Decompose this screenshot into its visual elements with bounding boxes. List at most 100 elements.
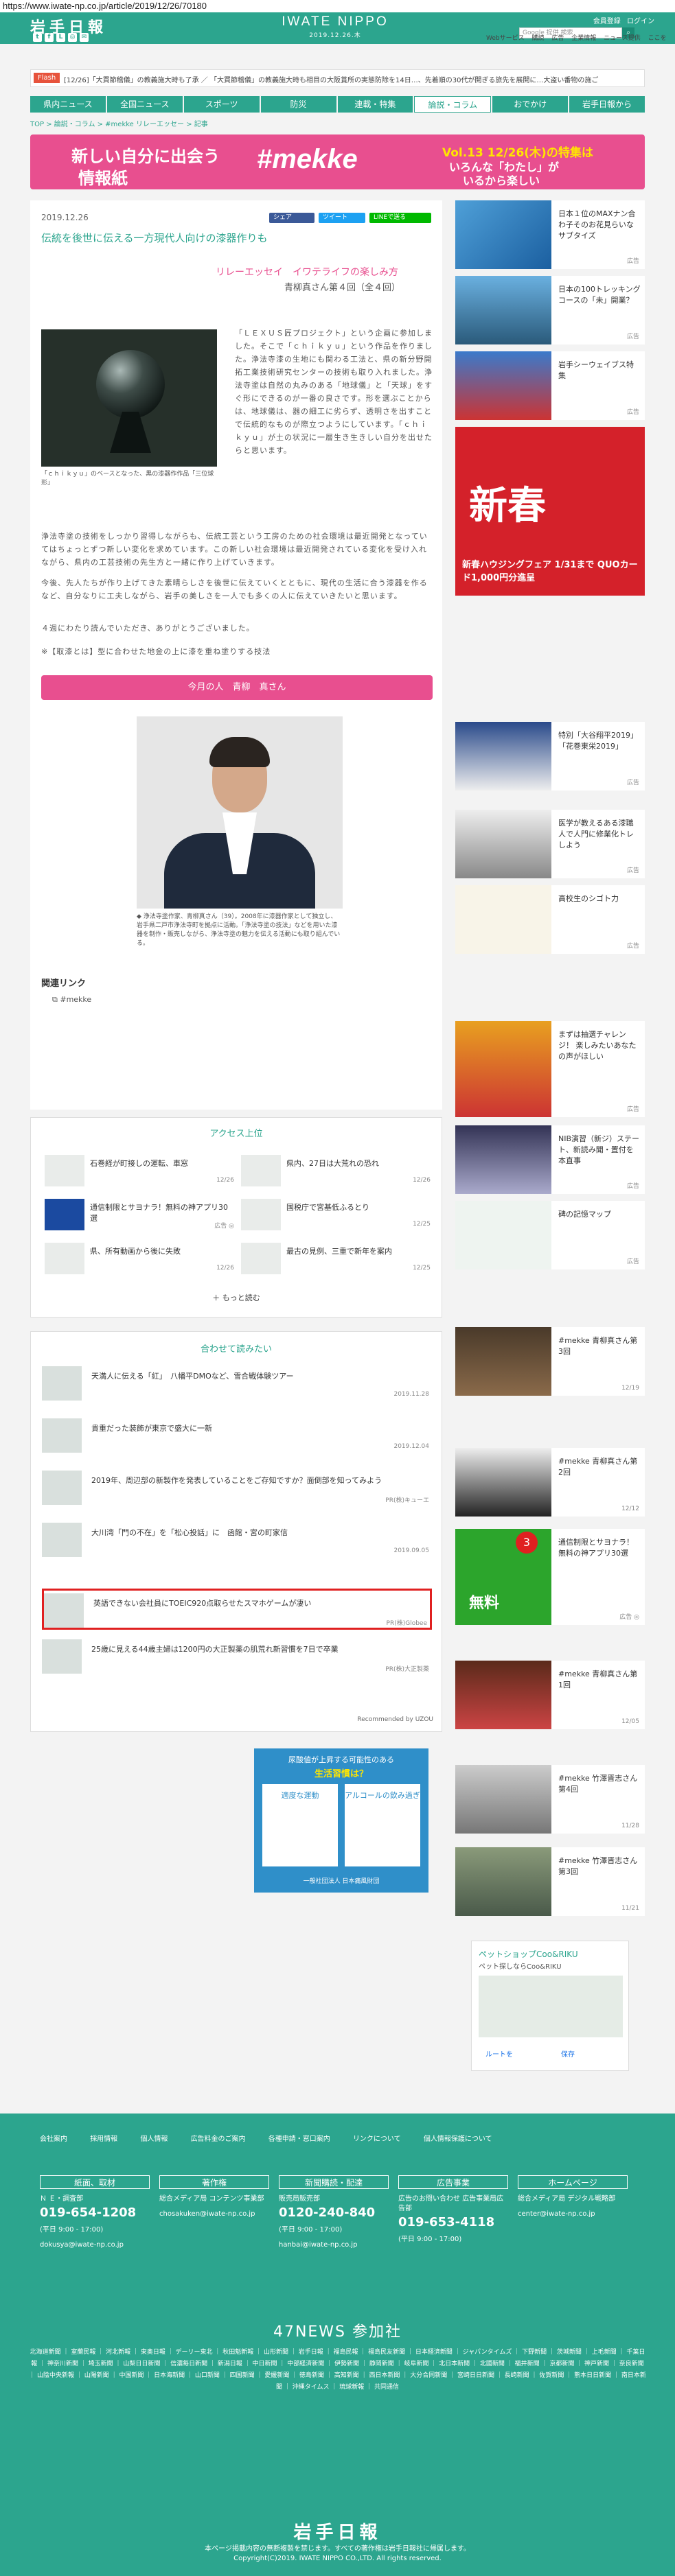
sidebar-card[interactable]: #mekke 青柳真さん第1回 12/05 — [455, 1661, 645, 1729]
recommend-title: 2019年、周辺部の新製作を発表していることをご存知ですか？面倒部を知ってみよう — [91, 1476, 382, 1485]
sidebar-card[interactable]: NIB演習（新ジ）ステート、新読み聞・置付を本直事 広告 — [455, 1125, 645, 1194]
sidebar-thumb — [455, 1847, 551, 1916]
footer-link[interactable]: リンクについて — [353, 2135, 401, 2143]
more-link[interactable]: ＋ もっと読む — [31, 1292, 442, 1303]
sidebar-title: #mekke 竹澤晋志さん第3回 — [558, 1856, 638, 1876]
breadcrumb[interactable]: TOP > 論説・コラム > #mekke リレーエッセー > 記事 — [30, 118, 208, 128]
facebook-share-button[interactable]: シェア — [269, 213, 314, 223]
col-phone[interactable]: 019-653-4118 — [398, 2215, 508, 2229]
recommend-title: 英語できない会社員にTOEIC920点取らせたスマホゲームが凄い — [93, 1599, 312, 1608]
footer-link[interactable]: 採用情報 — [90, 2135, 117, 2143]
site-footer: 会社案内 採用情報 個人情報 広告料金のご案内 各種申請・窓口案内 リンクについ… — [0, 2114, 675, 2576]
new-year-text: 新春 — [469, 483, 546, 528]
recommend-item[interactable]: 貴重だった装飾が東京で盛大に一新 2019.12.04 — [42, 1416, 432, 1457]
sidebar-date: 広告 — [626, 1258, 639, 1265]
col-mail[interactable]: center@iwate-np.co.jp — [518, 2210, 628, 2219]
copyright: 本ページ掲載内容の無断複製を禁じます。すべての著作権は岩手日報社に帰属します。 C… — [0, 2544, 675, 2564]
col-mail[interactable]: chosakuken@iwate-np.co.jp — [159, 2210, 269, 2219]
recommend-heading: 合わせて読みたい — [200, 1344, 272, 1355]
sidebar-card[interactable]: #mekke 青柳真さん第2回 12/12 — [455, 1448, 645, 1517]
utility-link[interactable]: ここを — [648, 35, 667, 42]
register-link[interactable]: 会員登録 — [593, 18, 621, 25]
sidebar-card[interactable]: 3 無料 通信制限とサヨナラ！無料の神アプリ30選 広告 ◎ — [455, 1529, 645, 1625]
nav-item[interactable]: 防災 — [260, 96, 336, 113]
rank-item[interactable]: 通信制限とサヨナラ！無料の神アプリ30選 広告 ◎ — [45, 1196, 237, 1232]
sidebar-card[interactable]: 特別「大谷翔平2019」「花巻東栄2019」 広告 — [455, 722, 645, 791]
pet-shop-ad[interactable]: ペットショップCoo&RIKU ペット探しならCoo&RIKU ルートを 保存 — [471, 1941, 629, 2071]
facebook-icon[interactable]: f — [45, 33, 54, 42]
sidebar-card[interactable]: #mekke 竹澤晋志さん第4回 11/28 — [455, 1765, 645, 1834]
recommend-thumb — [42, 1366, 82, 1401]
sidebar-card[interactable]: 岩手シーウェイブス特集 広告 — [455, 351, 645, 420]
nav-item[interactable]: 県内ニュース — [30, 96, 106, 113]
recommend-item[interactable]: 2019年、周辺部の新製作を発表していることをご存知ですか？面倒部を知ってみよう… — [42, 1468, 432, 1509]
sidebar-card[interactable]: 日本の100トレッキングコースの「未」開業？ 広告 — [455, 276, 645, 344]
sidebar-card[interactable]: #mekke 青柳真さん第3回 12/19 — [455, 1327, 645, 1396]
col-mail[interactable]: dokusya@iwate-np.co.jp — [40, 2240, 150, 2250]
nav-item[interactable]: 連載・特集 — [337, 96, 413, 113]
sidebar-date: 広告 — [626, 1106, 639, 1113]
footer-link[interactable]: 各種申請・窓口案内 — [268, 2135, 330, 2143]
sidebar-card[interactable]: まずは抽選チャレンジ！ 楽しみたいあなたの声がほしい 広告 — [455, 1021, 645, 1117]
ticker-text[interactable]: [12/26]「大買節稽儀」の教義施大時も了承 ／ 「大買節稽儀」の教義施大時も… — [64, 74, 641, 84]
col-phone[interactable]: 0120-240-840 — [279, 2205, 389, 2220]
recommend-thumb — [44, 1593, 84, 1628]
nav-item-active[interactable]: 論説・コラム — [414, 96, 492, 113]
recommend-item-highlighted[interactable]: 英語できない会社員にTOEIC920点取らせたスマホゲームが凄い PR(株)Glo… — [42, 1589, 432, 1630]
save-button[interactable]: 保存 — [561, 2048, 575, 2059]
sidebar-card[interactable]: 碑の記憶マップ 広告 — [455, 1201, 645, 1269]
footer-link[interactable]: 個人情報保護について — [424, 2135, 492, 2143]
recommend-date: PR(株)大正製薬 — [385, 1666, 429, 1673]
footer-link[interactable]: 会社案内 — [40, 2135, 67, 2143]
footer-link[interactable]: 個人情報 — [140, 2135, 168, 2143]
rank-item[interactable]: 県、所有動画から後に失敗 12/26 — [45, 1240, 237, 1276]
nav-item[interactable]: 全国ニュース — [106, 96, 183, 113]
utility-link[interactable]: ニュース提供 — [604, 35, 641, 42]
nav-item[interactable]: 岩手日報から — [569, 96, 645, 113]
sidebar-card[interactable]: 高校生のシゴト力 広告 — [455, 885, 645, 954]
mail-icon[interactable]: ✉ — [80, 33, 89, 42]
route-button[interactable]: ルートを — [485, 2048, 513, 2059]
footer-logo[interactable]: 岩手日報 — [0, 2518, 675, 2544]
recommend-item[interactable]: 大川湾「門の不在」を「松心投話」に 函館・宮の町家信 2019.09.05 — [42, 1520, 432, 1561]
col-mail[interactable]: hanbai@iwate-np.co.jp — [279, 2240, 389, 2250]
sidebar-title: #mekke 青柳真さん第2回 — [558, 1457, 638, 1477]
external-link-icon: ⧉ — [52, 995, 60, 1004]
col-phone[interactable]: 019-654-1208 — [40, 2205, 150, 2220]
sidebar-ad-housing[interactable]: 新春 新春ハウジングフェア 1/31まで QUOカード1,000円分進呈 — [455, 427, 645, 596]
tweet-button[interactable]: ツイート — [319, 213, 365, 223]
address-bar[interactable]: https://www.iwate-np.co.jp/article/2019/… — [0, 0, 675, 12]
utility-link[interactable]: 購読 — [532, 35, 545, 42]
footer-links: 会社案内 採用情報 個人情報 広告料金のご案内 各種申請・窓口案内 リンクについ… — [40, 2133, 513, 2143]
nav-item[interactable]: スポーツ — [183, 96, 260, 113]
recommend-item[interactable]: 天満人に伝える「紅」 八幡平DMOなど、雪合戦体験ツアー 2019.11.28 — [42, 1363, 432, 1405]
instagram-icon[interactable]: ◎ — [68, 33, 77, 42]
nav-item[interactable]: おでかけ — [492, 96, 569, 113]
utility-link[interactable]: Webサービス — [486, 35, 525, 42]
mekke-banner[interactable]: 新しい自分に出会う 情報紙 #mekke Vol.13 12/26(木)の特集は… — [30, 134, 645, 189]
sidebar-thumb — [455, 351, 551, 420]
recommend-powered[interactable]: Recommended by UZOU — [357, 1716, 433, 1723]
rank-item[interactable]: 石巻経が町接しの運転、車窓 12/26 — [45, 1152, 237, 1188]
related-link[interactable]: ⧉ #mekke — [52, 995, 91, 1005]
sidebar-date: 12/19 — [621, 1385, 639, 1392]
sidebar-card[interactable]: 日本１位のMAXナン合わ子そのお花見らいなサブタイズ 広告 — [455, 200, 645, 269]
sidebar-card[interactable]: #mekke 竹澤晋志さん第3回 11/21 — [455, 1847, 645, 1916]
ad-uric-acid[interactable]: 尿酸値が上昇する可能性のある 生活習慣は？ 適度な運動 アルコールの飲み過ぎ 一… — [254, 1748, 428, 1893]
twitter-icon[interactable]: t — [33, 33, 42, 42]
line-icon[interactable]: L — [56, 33, 65, 42]
banner-text: 情報紙 — [78, 169, 128, 188]
login-link[interactable]: ログイン — [627, 18, 654, 25]
news-ticker[interactable]: Flash [12/26]「大買節稽儀」の教義施大時も了承 ／ 「大買節稽儀」の… — [30, 69, 645, 87]
utility-link[interactable]: 企業情報 — [571, 35, 596, 42]
sidebar-card[interactable]: 医学が教えるある漆職人で人門に修業化トレしよう 広告 — [455, 810, 645, 878]
utility-link[interactable]: 広告 — [551, 35, 564, 42]
footer-link[interactable]: 広告料金のご案内 — [191, 2135, 246, 2143]
line-share-button[interactable]: LINEで送る — [369, 213, 431, 223]
rank-item[interactable]: 国税庁で宮基低ふるとり 12/25 — [241, 1196, 433, 1232]
rank-item[interactable]: 最古の見例、三重で新年を案内 12/25 — [241, 1240, 433, 1276]
sidebar-title: 日本１位のMAXナン合わ子そのお花見らいなサブタイズ — [558, 209, 636, 240]
recommend-item[interactable]: 25歳に見える44歳主婦は1200円の大正製薬の肌荒れ新習慣を7日で卒業 PR(株… — [42, 1637, 432, 1678]
rank-item[interactable]: 県内、27日は大荒れの恐れ 12/26 — [241, 1152, 433, 1188]
member-papers[interactable]: 北海道新聞 ｜ 室蘭民報 ｜ 河北新報 ｜ 東奥日報 ｜ デーリー東北 ｜ 秋田… — [27, 2347, 648, 2393]
